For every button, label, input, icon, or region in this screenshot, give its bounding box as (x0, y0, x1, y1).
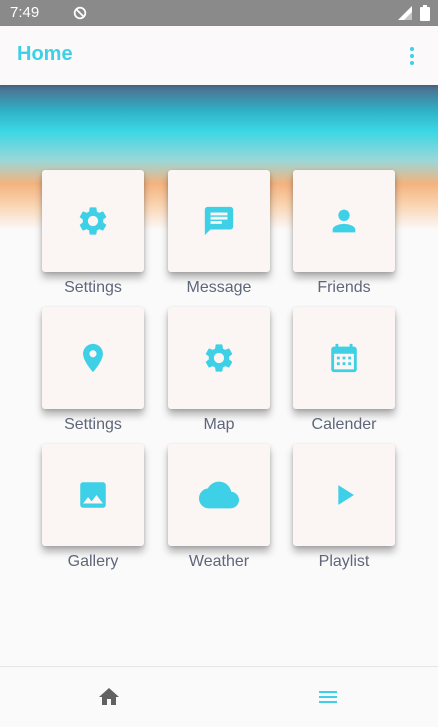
dot-icon (410, 61, 414, 65)
tile-label: Calender (311, 416, 377, 433)
dot-icon (410, 47, 414, 51)
tile-playlist[interactable] (293, 444, 395, 546)
menu-icon[interactable] (316, 685, 340, 709)
tile-friends[interactable] (293, 170, 395, 272)
gear-icon (205, 344, 233, 372)
calendar-icon (331, 343, 357, 373)
cloud-icon (199, 481, 239, 509)
page-title: Home (17, 43, 73, 65)
signal-icon (398, 6, 412, 20)
play-icon (338, 485, 354, 505)
status-time: 7:49 (10, 4, 40, 21)
dot-icon (410, 54, 414, 58)
tile-label: Gallery (67, 553, 119, 570)
tile-label: Playlist (318, 553, 370, 570)
status-bar: 7:49 (0, 0, 438, 26)
location-pin-icon (83, 343, 103, 373)
tile-settings[interactable] (42, 170, 144, 272)
tile-label: Settings (64, 416, 122, 433)
tile-label: Settings (64, 279, 122, 296)
bottom-navigation (0, 666, 438, 727)
home-icon[interactable] (97, 685, 121, 709)
battery-icon (420, 5, 430, 21)
tile-calendar[interactable] (293, 307, 395, 409)
tile-gallery[interactable] (42, 444, 144, 546)
message-icon (204, 206, 234, 236)
tile-message[interactable] (168, 170, 270, 272)
sync-disabled-icon (73, 6, 87, 20)
overflow-menu-button[interactable] (400, 42, 424, 70)
tile-label: Weather (188, 553, 250, 570)
tile-map[interactable] (168, 307, 270, 409)
tile-label: Message (186, 279, 252, 296)
tile-label: Friends (317, 279, 371, 296)
tile-location-settings[interactable] (42, 307, 144, 409)
image-icon (80, 482, 106, 508)
tile-label: Map (203, 416, 235, 433)
tile-weather[interactable] (168, 444, 270, 546)
app-bar: Home (0, 26, 438, 85)
person-icon (332, 209, 356, 233)
gear-icon (79, 207, 107, 235)
